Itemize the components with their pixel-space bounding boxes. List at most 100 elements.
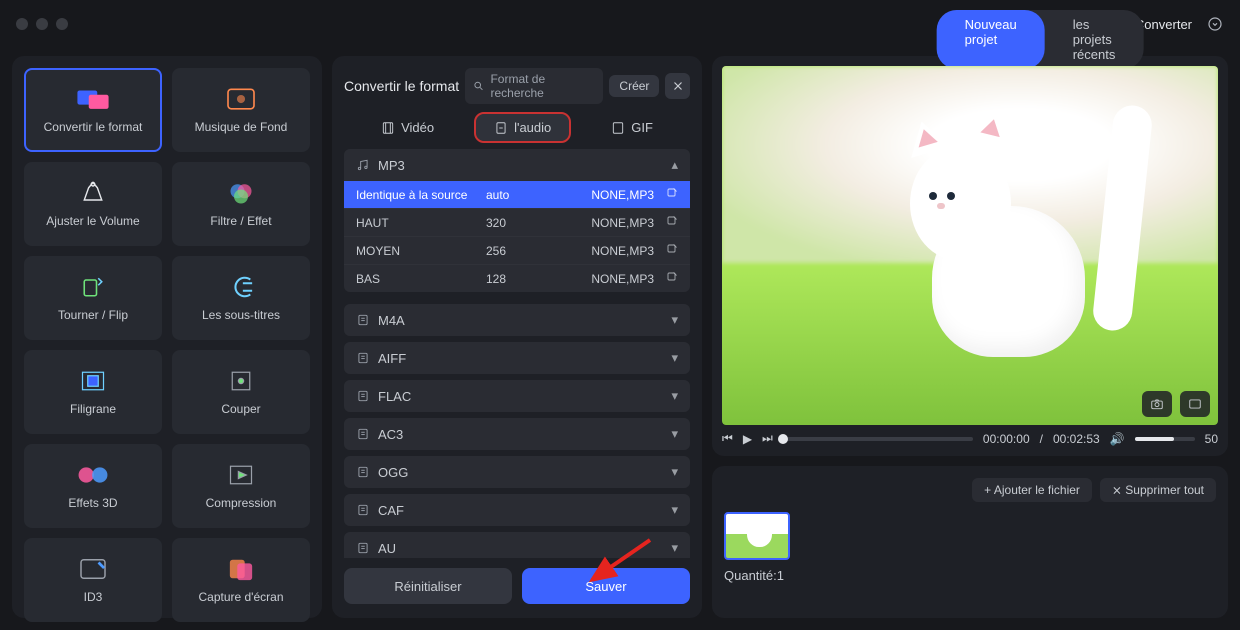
tool-3d[interactable]: Effets 3D xyxy=(24,444,162,528)
preset-name: BAS xyxy=(356,272,486,286)
video-preview[interactable] xyxy=(722,66,1218,425)
format-tab-audio-label: l'audio xyxy=(514,120,551,135)
format-group-label: M4A xyxy=(378,313,405,328)
format-search[interactable]: Format de recherche xyxy=(465,68,603,104)
audio-format-icon xyxy=(356,389,370,403)
format-group-m4a[interactable]: M4A▾ xyxy=(344,304,690,336)
preset-name: MOYEN xyxy=(356,244,486,258)
save-button[interactable]: Sauver xyxy=(522,568,690,604)
tool-label: Convertir le format xyxy=(44,120,143,134)
files-panel: + Ajouter le fichier ⨯ Supprimer tout Qu… xyxy=(712,466,1228,618)
tool-label: Musique de Fond xyxy=(195,120,288,134)
format-group-ogg[interactable]: OGG▾ xyxy=(344,456,690,488)
tool-compress[interactable]: Compression xyxy=(172,444,310,528)
volume-slider[interactable] xyxy=(1135,437,1195,441)
format-group-label: AIFF xyxy=(378,351,406,366)
tool-label: Couper xyxy=(221,402,260,416)
preset-name: Identique à la source xyxy=(356,188,486,202)
play-button[interactable]: ▶ xyxy=(743,432,752,446)
format-tab-video-label: Vidéo xyxy=(401,120,434,135)
tool-label: Ajuster le Volume xyxy=(46,214,139,228)
tab-recent-projects[interactable]: les projets récents xyxy=(1045,10,1144,69)
tool-watermark[interactable]: Filigrane xyxy=(24,350,162,434)
tool-subtitle[interactable]: Les sous-titres xyxy=(172,256,310,340)
close-format-button[interactable] xyxy=(665,73,690,99)
preset-bitrate: 256 xyxy=(486,244,546,258)
preset-codec: NONE,MP3 xyxy=(546,244,660,258)
tool-filter[interactable]: Filtre / Effet xyxy=(172,162,310,246)
tool-crop[interactable]: Couper xyxy=(172,350,310,434)
tab-new-project[interactable]: Nouveau projet xyxy=(937,10,1045,69)
remove-all-label: Supprimer tout xyxy=(1125,483,1204,497)
tool-label: ID3 xyxy=(84,590,103,604)
format-group-mp3[interactable]: MP3 ▴ Identique à la sourceautoNONE,MP3H… xyxy=(344,149,690,292)
remove-all-button[interactable]: ⨯ Supprimer tout xyxy=(1100,478,1216,502)
chevron-up-icon: ▴ xyxy=(671,157,678,173)
music-icon xyxy=(224,86,258,112)
3d-icon xyxy=(76,462,110,488)
traffic-min[interactable] xyxy=(36,18,48,30)
capture-icon xyxy=(224,556,258,582)
format-tab-audio[interactable]: l'audio xyxy=(476,114,569,141)
project-segmented: Nouveau projet les projets récents xyxy=(937,10,1144,69)
reset-button[interactable]: Réinitialiser xyxy=(344,568,512,604)
traffic-close[interactable] xyxy=(16,18,28,30)
format-group-ac3[interactable]: AC3▾ xyxy=(344,418,690,450)
preset-bitrate: 128 xyxy=(486,272,546,286)
time-duration: 00:02:53 xyxy=(1053,432,1100,446)
tools-panel: Convertir le format Musique de Fond Ajuste… xyxy=(12,56,322,618)
preset-name: HAUT xyxy=(356,216,486,230)
preset-bitrate: 320 xyxy=(486,216,546,230)
format-tab-video[interactable]: Vidéo xyxy=(363,114,452,141)
snapshot-button[interactable] xyxy=(1142,391,1172,417)
prev-button[interactable]: ⏮ xyxy=(722,431,733,446)
time-current: 00:00:00 xyxy=(983,432,1030,446)
create-format-button[interactable]: Créer xyxy=(609,75,659,97)
tool-capture[interactable]: Capture d'écran xyxy=(172,538,310,622)
filter-icon xyxy=(224,180,258,206)
audio-format-icon xyxy=(356,503,370,517)
chevron-down-icon: ▾ xyxy=(671,350,678,366)
preset-row[interactable]: BAS128NONE,MP3 xyxy=(344,264,690,292)
subtitle-icon xyxy=(224,274,258,300)
collapse-icon[interactable] xyxy=(1206,15,1224,33)
edit-preset-icon[interactable] xyxy=(666,187,678,202)
next-button[interactable]: ⏭ xyxy=(762,431,773,446)
format-tab-gif[interactable]: GIF xyxy=(593,114,671,141)
audio-format-icon xyxy=(356,541,370,555)
crop-icon xyxy=(224,368,258,394)
tool-volume[interactable]: Ajuster le Volume xyxy=(24,162,162,246)
preview-image xyxy=(722,66,1218,425)
tool-convert[interactable]: Convertir le format xyxy=(24,68,162,152)
format-group-au[interactable]: AU▾ xyxy=(344,532,690,558)
music-icon xyxy=(356,158,370,172)
add-file-label: Ajouter le fichier xyxy=(994,483,1080,497)
traffic-max[interactable] xyxy=(56,18,68,30)
edit-preset-icon[interactable] xyxy=(666,243,678,258)
rotate-icon xyxy=(76,274,110,300)
preset-codec: NONE,MP3 xyxy=(546,216,660,230)
fullscreen-button[interactable] xyxy=(1180,391,1210,417)
edit-preset-icon[interactable] xyxy=(666,271,678,286)
volume-icon[interactable]: 🔊 xyxy=(1110,432,1125,446)
seek-bar[interactable] xyxy=(783,437,973,441)
edit-preset-icon[interactable] xyxy=(666,215,678,230)
format-group-flac[interactable]: FLAC▾ xyxy=(344,380,690,412)
format-group-aiff[interactable]: AIFF ▾ xyxy=(344,342,690,374)
compress-icon xyxy=(224,462,258,488)
preset-codec: NONE,MP3 xyxy=(546,188,660,202)
preset-row[interactable]: Identique à la sourceautoNONE,MP3 xyxy=(344,181,690,208)
format-group-label: AU xyxy=(378,541,396,556)
file-thumbnail[interactable] xyxy=(724,512,790,560)
quantity-value: 1 xyxy=(777,568,784,583)
add-file-button[interactable]: + Ajouter le fichier xyxy=(972,478,1092,502)
tool-id3[interactable]: ID3 xyxy=(24,538,162,622)
format-panel: Convertir le format Format de recherche … xyxy=(332,56,702,618)
preset-row[interactable]: MOYEN256NONE,MP3 xyxy=(344,236,690,264)
tool-music[interactable]: Musique de Fond xyxy=(172,68,310,152)
preset-row[interactable]: HAUT320NONE,MP3 xyxy=(344,208,690,236)
chevron-down-icon: ▾ xyxy=(671,464,678,480)
format-group-caf[interactable]: CAF▾ xyxy=(344,494,690,526)
format-tab-gif-label: GIF xyxy=(631,120,653,135)
tool-rotate[interactable]: Tourner / Flip xyxy=(24,256,162,340)
